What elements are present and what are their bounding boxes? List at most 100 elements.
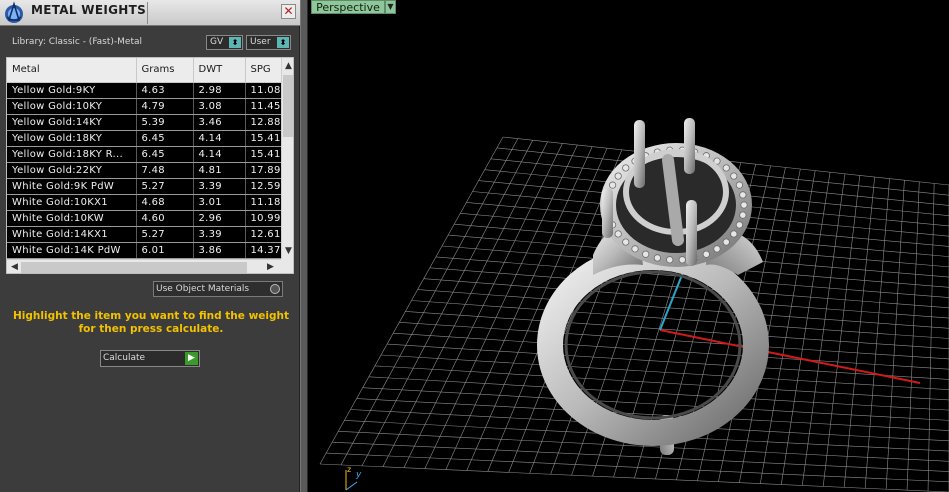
close-button[interactable]: ✕ (281, 4, 296, 19)
grid-line (326, 452, 949, 483)
cell-spg[interactable]: 11.45 (245, 98, 282, 115)
table-row[interactable]: Yellow Gold:18KY 6.45 4.14 15.41 (7, 130, 282, 147)
table-row[interactable]: Yellow Gold:18KY R... 6.45 4.14 15.41 (7, 146, 282, 163)
cell-spg[interactable]: 14.37 (245, 242, 282, 259)
cell-metal[interactable]: Yellow Gold:18KY R... (7, 146, 137, 163)
table-row[interactable]: White Gold:14KX1 5.27 3.39 12.61 (7, 226, 282, 243)
vertical-scroll-thumb[interactable] (283, 75, 293, 137)
cell-metal[interactable]: White Gold:10KW (7, 210, 137, 227)
table-row[interactable]: Yellow Gold:10KY 4.79 3.08 11.45 (7, 98, 282, 115)
pave-bead (702, 250, 710, 258)
cell-metal[interactable]: Yellow Gold:10KY (7, 98, 137, 115)
pave-bead (739, 211, 747, 219)
table-row[interactable]: White Gold:10KX1 4.68 3.01 11.18 (7, 194, 282, 211)
cell-grams[interactable]: 4.63 (136, 82, 194, 99)
cell-spg[interactable]: 15.41 (245, 146, 282, 163)
pave-bead (614, 230, 622, 238)
cell-metal[interactable]: White Gold:14K PdW (7, 242, 137, 259)
table-row[interactable]: Yellow Gold:9KY 4.63 2.98 11.08 (7, 82, 282, 99)
pave-bead (735, 221, 744, 229)
cell-spg[interactable]: 10.99 (245, 210, 282, 227)
grid-line (843, 176, 875, 488)
cell-metal[interactable]: White Gold:14KX1 (7, 226, 137, 243)
cell-grams[interactable]: 6.45 (136, 146, 194, 163)
table-vertical-scrollbar[interactable]: ▲ ▼ (281, 58, 293, 259)
cell-dwt[interactable]: 2.96 (193, 210, 246, 227)
gv-dropdown-arrow-icon[interactable]: ⬍ (229, 37, 241, 48)
cell-spg[interactable]: 11.18 (245, 194, 282, 211)
cell-metal[interactable]: Yellow Gold:14KY (7, 114, 137, 131)
cell-spg[interactable]: 11.08 (245, 82, 282, 99)
cell-dwt[interactable]: 3.46 (193, 114, 246, 131)
cell-metal[interactable]: White Gold:9K PdW (7, 178, 137, 195)
grid-line (411, 300, 949, 339)
cell-dwt[interactable]: 3.08 (193, 98, 246, 115)
cell-dwt[interactable]: 4.81 (193, 162, 246, 179)
cell-grams[interactable]: 4.60 (136, 210, 194, 227)
cell-grams[interactable]: 7.48 (136, 162, 194, 179)
axis-y-label: y (356, 470, 362, 480)
grid-line (906, 181, 920, 491)
cell-metal[interactable]: Yellow Gold:9KY (7, 82, 137, 99)
cell-dwt[interactable]: 3.01 (193, 194, 246, 211)
grid-line (399, 322, 949, 360)
cell-dwt[interactable]: 3.86 (193, 242, 246, 259)
calculate-dropdown[interactable]: Calculate ▶ (100, 350, 200, 367)
cell-spg[interactable]: 15.41 (245, 130, 282, 147)
cell-dwt[interactable]: 3.39 (193, 178, 246, 195)
table-row[interactable]: White Gold:14K PdW 6.01 3.86 14.37 (7, 242, 282, 259)
grid-line (864, 178, 890, 489)
prong-4 (686, 200, 697, 266)
pave-bead (730, 230, 738, 238)
table-row[interactable]: Yellow Gold:14KY 5.39 3.46 12.88 (7, 114, 282, 131)
cell-metal[interactable]: White Gold:10KX1 (7, 194, 137, 211)
table-horizontal-scrollbar[interactable]: ◀ ▶ (7, 259, 281, 273)
cell-metal[interactable]: Yellow Gold:18KY (7, 130, 137, 147)
axis-z-label: z (347, 465, 352, 474)
column-header-spg[interactable]: SPG (245, 58, 282, 83)
perspective-viewport[interactable]: Perspective ▼ z y (308, 0, 949, 492)
grid-line (822, 175, 861, 487)
cell-grams[interactable]: 5.39 (136, 114, 194, 131)
scroll-down-icon[interactable]: ▼ (282, 245, 293, 257)
user-dropdown-value: User (250, 37, 271, 47)
cell-grams[interactable]: 5.27 (136, 226, 194, 243)
cell-grams[interactable]: 6.01 (136, 242, 194, 259)
cell-grams[interactable]: 4.68 (136, 194, 194, 211)
scroll-right-icon[interactable]: ▶ (264, 261, 277, 273)
cell-grams[interactable]: 4.79 (136, 98, 194, 115)
column-header-dwt[interactable]: DWT (193, 58, 246, 83)
table-row[interactable]: Yellow Gold:22KY 7.48 4.81 17.89 (7, 162, 282, 179)
cell-dwt[interactable]: 2.98 (193, 82, 246, 99)
user-dropdown[interactable]: User ⬍ (246, 35, 291, 50)
cell-grams[interactable]: 5.27 (136, 178, 194, 195)
panel-splitter[interactable] (300, 0, 308, 492)
cell-spg[interactable]: 12.59 (245, 178, 282, 195)
view-name-tab[interactable]: Perspective (311, 0, 385, 14)
calculate-go-button[interactable]: ▶ (185, 352, 198, 365)
cell-grams[interactable]: 6.45 (136, 130, 194, 147)
cell-spg[interactable]: 17.89 (245, 162, 282, 179)
column-header-grams[interactable]: Grams (136, 58, 194, 83)
cell-spg[interactable]: 12.61 (245, 226, 282, 243)
pave-bead (735, 181, 744, 189)
scroll-left-icon[interactable]: ◀ (8, 261, 21, 273)
view-menu-arrow-icon[interactable]: ▼ (385, 0, 396, 14)
use-object-materials-toggle[interactable]: Use Object Materials (153, 281, 283, 297)
horizontal-scroll-thumb[interactable] (21, 262, 247, 273)
table-row[interactable]: White Gold:10KW 4.60 2.96 10.99 (7, 210, 282, 227)
scroll-up-icon[interactable]: ▲ (282, 60, 293, 72)
gv-dropdown-value: GV (210, 37, 224, 47)
cell-dwt[interactable]: 4.14 (193, 130, 246, 147)
table-row[interactable]: White Gold:9K PdW 5.27 3.39 12.59 (7, 178, 282, 195)
prong-1 (634, 120, 645, 188)
cell-spg[interactable]: 12.88 (245, 114, 282, 131)
column-header-metal[interactable]: Metal (7, 58, 137, 83)
gv-dropdown[interactable]: GV ⬍ (206, 35, 243, 50)
cell-dwt[interactable]: 3.39 (193, 226, 246, 243)
scene-canvas[interactable] (308, 0, 949, 492)
use-object-materials-radio-icon[interactable] (270, 284, 280, 294)
cell-metal[interactable]: Yellow Gold:22KY (7, 162, 137, 179)
user-dropdown-arrow-icon[interactable]: ⬍ (277, 37, 289, 48)
cell-dwt[interactable]: 4.14 (193, 146, 246, 163)
